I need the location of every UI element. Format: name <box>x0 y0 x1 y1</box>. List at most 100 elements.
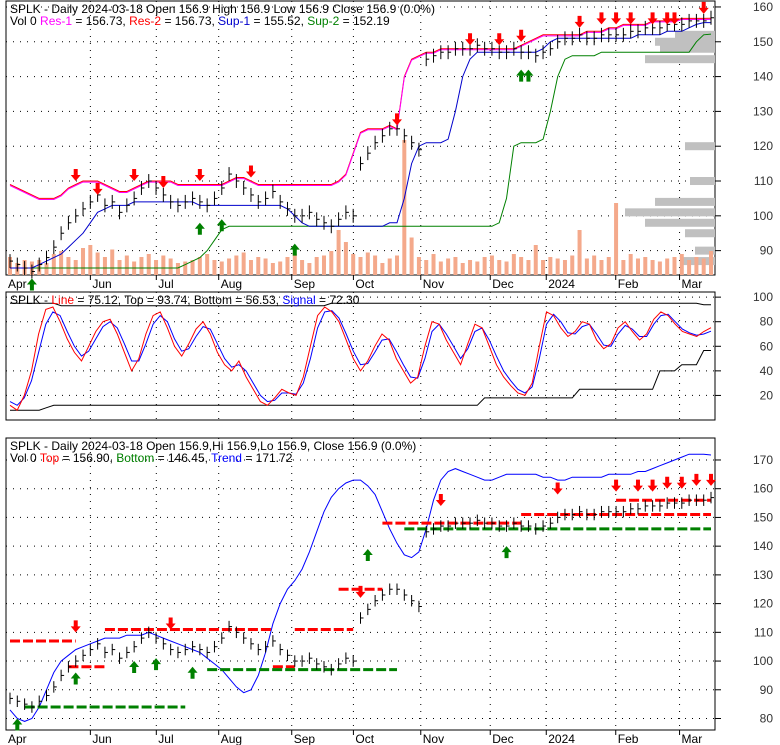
x-tick-label: Apr <box>8 277 27 291</box>
y-tick-label: 140 <box>753 539 773 553</box>
volume-bar <box>438 261 443 275</box>
volume-bar <box>409 237 414 275</box>
volume-bar <box>175 263 180 275</box>
x-tick-label: 2024 <box>548 277 575 291</box>
volume-bar <box>650 260 655 275</box>
x-tick-label: Jul <box>158 732 173 745</box>
volume-bar <box>336 230 341 275</box>
sup2-label: Sup-2 <box>307 14 339 28</box>
stoch-panel-legend: SPLK - Line = 75.12, Top = 93.74, Bottom… <box>10 293 360 307</box>
volume-bar <box>424 260 429 275</box>
volume-bar <box>205 254 210 275</box>
stoch-ticker: SPLK - <box>10 293 51 307</box>
y-tick-label: 60 <box>760 339 774 353</box>
volume-bar <box>300 260 305 275</box>
volume-bar <box>416 257 421 275</box>
y-tick-label: 110 <box>754 174 773 188</box>
y-tick-label: 40 <box>760 364 774 378</box>
trend-value: = 171.72 <box>242 451 293 465</box>
price-panel-legend: Vol 0 Res-1 = 156.73, Res-2 = 156.73, Su… <box>10 14 390 28</box>
volume-bar <box>577 230 582 275</box>
volume-bar <box>584 258 589 275</box>
x-tick-label: Feb <box>618 277 639 291</box>
volume-bar <box>628 254 633 275</box>
volume-bar <box>387 258 392 275</box>
line-label: Line <box>51 293 74 307</box>
volume-profile-bar <box>645 218 715 227</box>
res1-label: Res-1 <box>40 14 72 28</box>
panel-trend-panel: 80 90 100 110 120 130 140 150 160 170 <box>5 437 774 731</box>
volume-bar <box>161 255 166 275</box>
y-tick-label: 100 <box>753 654 773 668</box>
volume-bar <box>665 258 670 275</box>
stock-chart: 90 100 110 120 130 140 150 160 20 40 60 80 100 80 90 10… <box>5 0 774 745</box>
volume-bar <box>511 254 516 275</box>
volume-bar <box>533 245 538 275</box>
volume-bar <box>701 258 706 275</box>
volume-bar <box>519 257 524 275</box>
volume-bar <box>168 258 173 275</box>
res1-value: = 156.73, <box>72 14 129 28</box>
volume-bar <box>314 257 319 275</box>
x-tick-label: Mar <box>682 277 703 291</box>
panel-stoch-panel: 20 40 60 80 100 <box>5 290 774 421</box>
volume-bar <box>526 260 531 275</box>
volume-profile-bar <box>655 197 715 206</box>
volume-profile-bar <box>685 142 715 151</box>
volume-bar <box>606 257 611 275</box>
volume-bar <box>497 260 502 275</box>
volume-bar <box>263 258 268 275</box>
volume-bar <box>482 257 487 275</box>
x-tick-label: Aug <box>221 277 242 291</box>
y-tick-label: 120 <box>753 139 773 153</box>
volume-bar <box>219 261 224 275</box>
volume-bar <box>146 254 151 275</box>
x-tick-label: Jul <box>158 277 173 291</box>
x-tick-label: Oct <box>355 277 374 291</box>
volume-profile-bar <box>655 37 715 46</box>
bottom-value: = 146.45, <box>154 451 211 465</box>
volume-bar <box>88 245 93 275</box>
volume-bar <box>672 257 677 275</box>
y-tick-label: 150 <box>753 510 773 524</box>
y-tick-label: 100 <box>753 209 773 223</box>
volume-bar <box>643 257 648 275</box>
volume-bar <box>227 258 232 275</box>
buy-arrow-icon <box>26 278 37 291</box>
line-value: = 75.12, <box>74 293 124 307</box>
volume-bar <box>657 261 662 275</box>
x-tick-label: Nov <box>423 732 444 745</box>
volume-bar <box>270 263 275 275</box>
y-tick-label: 160 <box>753 0 773 14</box>
volume-bar <box>351 254 356 275</box>
y-tick-label: 110 <box>754 625 773 639</box>
volume-bar <box>687 260 692 275</box>
volume-bar <box>599 260 604 275</box>
volume-bar <box>278 261 283 275</box>
volume-bar <box>343 242 348 275</box>
x-tick-label: Sep <box>294 732 316 745</box>
y-tick-label: 80 <box>760 712 774 726</box>
x-tick-label: Sep <box>294 277 316 291</box>
volume-bar <box>694 257 699 275</box>
y-tick-label: 170 <box>753 453 773 467</box>
x-tick-label: Mar <box>682 732 703 745</box>
volume-bar <box>431 254 436 275</box>
sup1-label: Sup-1 <box>218 14 250 28</box>
top-bottom-values: Top = 93.74, Bottom = 56.53, <box>124 293 282 307</box>
volume-bar <box>95 252 100 275</box>
volume-bar <box>241 252 246 275</box>
volume-bar <box>460 263 465 275</box>
volume-profile-bar <box>685 229 715 238</box>
x-tick-label: Dec <box>492 732 513 745</box>
volume-bar <box>124 255 129 275</box>
volume-bar <box>44 263 49 275</box>
signal-label: Signal <box>282 293 315 307</box>
res2-value: = 156.73, <box>161 14 218 28</box>
volume-value: Vol 0 <box>10 14 40 28</box>
sup1-value: = 155.52, <box>250 14 307 28</box>
volume-bar <box>139 257 144 275</box>
volume-profile-bar <box>675 30 715 39</box>
panel-price-panel: 90 100 110 120 130 140 150 160 <box>5 0 773 291</box>
x-tick-label: Feb <box>618 732 639 745</box>
